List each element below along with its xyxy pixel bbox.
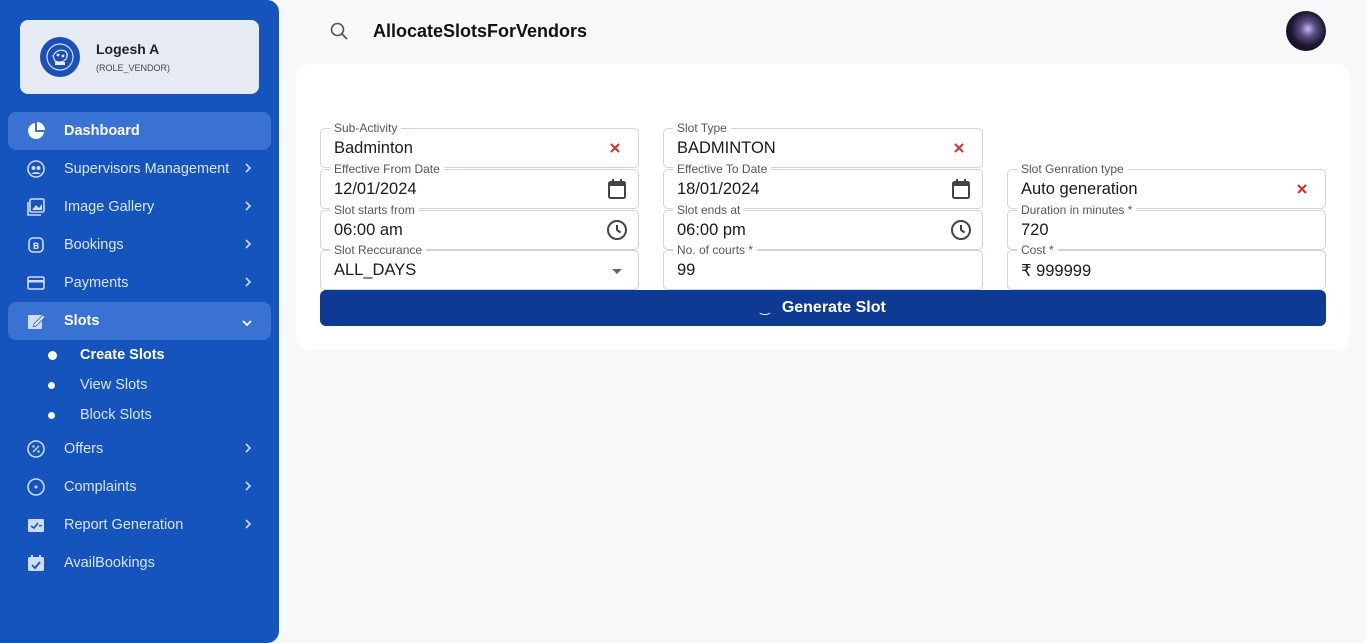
field-label: Slot ends at — [673, 203, 745, 217]
sidebar-item-label: Complaints — [64, 479, 137, 495]
field-value: 06:00 pm — [677, 221, 746, 239]
sidebar-item-complaints[interactable]: Complaints — [8, 468, 271, 506]
field-label: Effective From Date — [330, 162, 444, 176]
field-value: Auto generation — [1021, 180, 1138, 198]
page-title: AllocateSlotsForVendors — [373, 21, 588, 41]
user-card[interactable]: Logesh A (ROLE_VENDOR) — [20, 20, 259, 94]
sidebar-item-payments[interactable]: Payments — [8, 264, 271, 302]
profile-avatar[interactable] — [1286, 11, 1326, 51]
image-gallery-icon — [26, 197, 46, 217]
clock-icon[interactable] — [606, 219, 628, 241]
field-value: 99 — [677, 261, 696, 279]
vendor-logo-icon — [40, 37, 80, 77]
bullet-icon — [48, 381, 55, 389]
field-label: Duration in minutes * — [1017, 203, 1137, 217]
submenu-item-label: View Slots — [80, 377, 148, 393]
clear-icon[interactable] — [950, 139, 968, 157]
sidebar-nav: Dashboard Supervisors Management Image G… — [8, 112, 271, 582]
chevron-right-icon — [243, 276, 253, 292]
chevron-right-icon — [243, 442, 253, 458]
user-role: (ROLE_VENDOR) — [96, 63, 171, 73]
field-label: Slot Genration type — [1017, 162, 1128, 176]
number-of-courts-field[interactable]: No. of courts * 99 — [663, 243, 983, 290]
sidebar-item-dashboard[interactable]: Dashboard — [8, 112, 271, 150]
field-label: Effective To Date — [673, 162, 772, 176]
generate-slot-button[interactable]: ‿ Generate Slot — [320, 290, 1326, 326]
clock-icon[interactable] — [950, 219, 972, 241]
svg-text:B: B — [33, 242, 40, 252]
sidebar-item-label: Report Generation — [64, 517, 184, 533]
submenu-item-block-slots[interactable]: Block Slots — [8, 400, 271, 430]
chevron-right-icon — [243, 480, 253, 496]
sidebar-item-label: Payments — [64, 275, 129, 291]
chevron-down-icon — [241, 316, 253, 332]
calendar-check-icon — [26, 553, 46, 573]
field-value: ALL_DAYS — [334, 261, 417, 279]
chevron-right-icon — [243, 162, 253, 178]
sidebar-item-bookings[interactable]: B Bookings — [8, 226, 271, 264]
calendar-icon[interactable] — [606, 178, 628, 200]
users-icon — [26, 159, 46, 179]
sidebar-item-image-gallery[interactable]: Image Gallery — [8, 188, 271, 226]
chevron-right-icon — [243, 518, 253, 534]
field-value: ₹ 999999 — [1021, 262, 1092, 280]
slots-submenu: Create Slots View Slots Block Slots — [8, 340, 271, 430]
bookings-icon: B — [26, 235, 46, 255]
field-label: Slot Reccurance — [330, 243, 427, 257]
sidebar-item-label: Dashboard — [64, 123, 140, 139]
report-icon — [26, 515, 46, 535]
slot-recurrence-select[interactable]: Slot Reccurance ALL_DAYS — [320, 243, 639, 290]
sidebar-item-label: Slots — [64, 313, 100, 329]
bullet-icon — [48, 350, 57, 360]
dropdown-arrow-icon[interactable] — [606, 261, 628, 283]
field-label: Cost * — [1017, 243, 1058, 257]
sidebar-item-label: Supervisors Management — [64, 161, 230, 177]
field-value: 18/01/2024 — [677, 180, 760, 198]
submenu-item-view-slots[interactable]: View Slots — [8, 370, 271, 400]
sidebar: Logesh A (ROLE_VENDOR) Dashboard Supervi… — [0, 0, 279, 643]
pie-chart-icon — [26, 121, 46, 141]
search-icon[interactable] — [330, 22, 348, 45]
sidebar-item-label: Image Gallery — [64, 199, 155, 215]
edit-note-icon — [26, 311, 46, 331]
credit-card-icon — [26, 273, 46, 293]
sidebar-item-supervisors[interactable]: Supervisors Management — [8, 150, 271, 188]
field-value: 12/01/2024 — [334, 180, 417, 198]
chevron-right-icon — [243, 238, 253, 254]
bullet-icon — [48, 411, 55, 419]
complaint-icon — [26, 477, 46, 497]
sidebar-item-offers[interactable]: Offers — [8, 430, 271, 468]
sidebar-item-avail-bookings[interactable]: AvailBookings — [8, 544, 271, 582]
submenu-item-label: Create Slots — [80, 347, 165, 363]
clear-icon[interactable] — [1293, 180, 1311, 198]
generate-slot-label: Generate Slot — [781, 299, 886, 316]
submenu-item-label: Block Slots — [80, 407, 152, 423]
clear-icon[interactable] — [606, 139, 624, 157]
field-label: Slot starts from — [330, 203, 419, 217]
discount-icon — [26, 439, 46, 459]
calendar-icon[interactable] — [950, 178, 972, 200]
field-value: Badminton — [334, 139, 413, 157]
loading-icon: ‿ — [760, 301, 770, 315]
field-value: BADMINTON — [677, 139, 776, 157]
field-label: Sub-Activity — [330, 121, 402, 135]
submenu-item-create-slots[interactable]: Create Slots — [8, 340, 271, 370]
user-name: Logesh A — [96, 41, 160, 57]
sidebar-item-slots[interactable]: Slots — [8, 302, 271, 340]
field-label: No. of courts * — [673, 243, 758, 257]
field-value: 06:00 am — [334, 221, 403, 239]
sidebar-item-label: AvailBookings — [64, 555, 155, 571]
sidebar-item-report-generation[interactable]: Report Generation — [8, 506, 271, 544]
sidebar-item-label: Bookings — [64, 237, 124, 253]
field-label: Slot Type — [673, 121, 731, 135]
cost-field[interactable]: Cost * ₹ 999999 — [1007, 243, 1326, 290]
field-value: 720 — [1021, 221, 1049, 239]
chevron-right-icon — [243, 200, 253, 216]
sidebar-item-label: Offers — [64, 441, 104, 457]
